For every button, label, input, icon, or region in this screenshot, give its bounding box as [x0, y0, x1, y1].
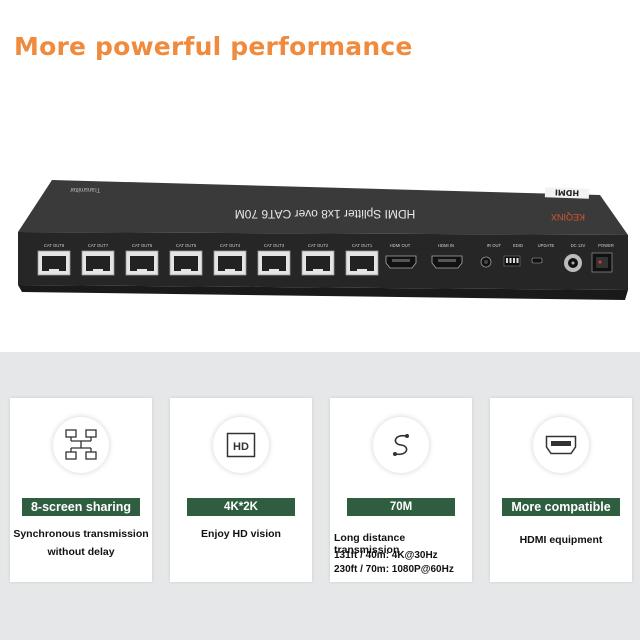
feature-label: 8-screen sharing: [22, 498, 140, 516]
transmitter-label: Transmitter: [70, 186, 100, 192]
dc-port: [564, 254, 582, 272]
rj45-port: [125, 250, 159, 276]
model-text: HDMI Splitter 1x8 over CAT6 70M: [235, 207, 416, 221]
rj45-port: [301, 250, 335, 276]
hdmi-splitter-device: HDMI Splitter 1x8 over CAT6 70M Transmit…: [0, 150, 640, 330]
feature-desc-line: 230ft / 70m: 1080P@60Hz: [334, 564, 454, 575]
jack-port: [480, 256, 492, 268]
rj45-port: [81, 250, 115, 276]
rj45-port: [169, 250, 203, 276]
feature-desc-line: Enjoy HD vision: [201, 528, 281, 540]
device-illustration: HDMI Splitter 1x8 over CAT6 70M Transmit…: [18, 180, 628, 300]
port-label: POWER: [598, 243, 614, 248]
rj45-port: [213, 250, 247, 276]
brand-text: KEQINX: [551, 212, 585, 222]
port-label: EDID: [513, 243, 523, 248]
switch-port: [591, 252, 613, 273]
feature-card-compatible: More compatible HDMI equipment: [490, 398, 632, 582]
port-label: CAT OUT7: [88, 243, 109, 248]
rj45-port: [345, 250, 379, 276]
usb-port: [531, 257, 543, 264]
feature-card-4k: HD 4K*2K Enjoy HD vision: [170, 398, 312, 582]
port-label: CAT OUT4: [220, 243, 241, 248]
feature-card-distance: 70M Long distance transmission 131ft / 4…: [330, 398, 472, 582]
hd-icon: HD: [213, 417, 269, 473]
port-label: HDMI IN: [438, 243, 454, 248]
network-screens-icon: [53, 417, 109, 473]
feature-desc-line: 131ft / 40m: 4K@30Hz: [334, 550, 438, 561]
svg-text:HD: HD: [233, 441, 249, 453]
hdmi-port: [385, 255, 417, 269]
port-label: UPDATE: [538, 243, 555, 248]
hdmi-port: [431, 255, 463, 269]
hdmi-logo-text: HDMI: [555, 188, 580, 198]
feature-desc-line: HDMI equipment: [519, 534, 603, 546]
feature-label: More compatible: [502, 498, 620, 516]
feature-desc-line: without delay: [47, 546, 115, 558]
port-label: CAT OUT5: [176, 243, 197, 248]
port-label: IR OUT: [487, 243, 502, 248]
port-label: CAT OUT1: [352, 243, 373, 248]
rj45-port: [37, 250, 71, 276]
feature-desc-line: Synchronous transmission: [13, 528, 149, 540]
port-label: CAT OUT8: [44, 243, 65, 248]
port-label: CAT OUT6: [132, 243, 153, 248]
port-label: HDMI OUT: [390, 243, 411, 248]
rj45-port: [257, 250, 291, 276]
feature-card-screen-sharing: 8-screen sharing Synchronous transmissio…: [10, 398, 152, 582]
dip-port: [503, 255, 521, 267]
headline: More powerful performance: [14, 32, 413, 61]
feature-label: 4K*2K: [187, 498, 295, 516]
port-label: CAT OUT3: [264, 243, 285, 248]
cable-icon: [373, 417, 429, 473]
hdmi-port-icon: [533, 417, 589, 473]
port-label: DC 12V: [571, 243, 586, 248]
feature-label: 70M: [347, 498, 455, 516]
port-label: CAT OUT2: [308, 243, 329, 248]
